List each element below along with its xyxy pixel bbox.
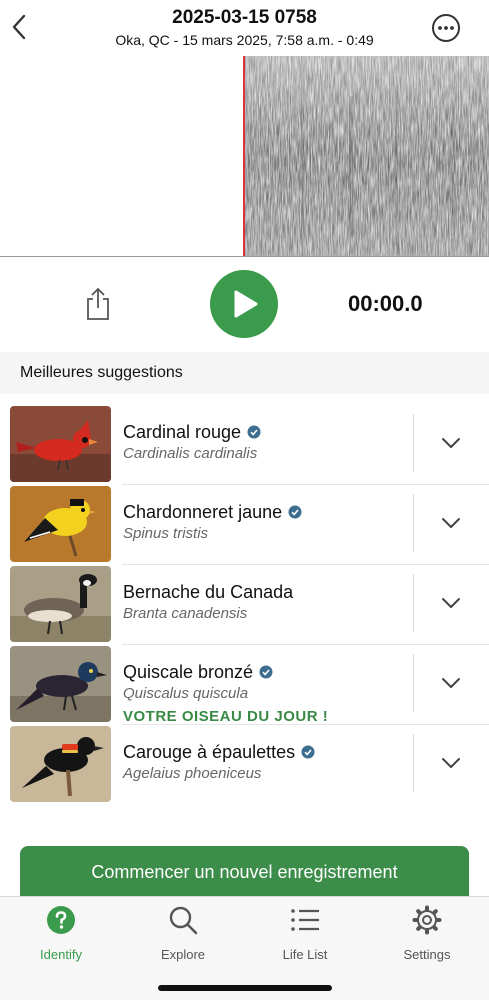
recording-title: 2025-03-15 0758: [172, 7, 317, 28]
common-name-text: Quiscale bronzé: [123, 662, 254, 682]
common-name: Chardonneret jaune: [123, 502, 302, 523]
verified-badge-icon: [288, 505, 302, 519]
verified-badge-icon: [301, 745, 315, 759]
common-name: Bernache du Canada: [123, 582, 293, 603]
divider: [413, 574, 414, 632]
species-names: Carouge à épaulettes Agelaius phoeniceus: [123, 724, 403, 804]
common-name-text: Chardonneret jaune: [123, 502, 283, 522]
bird-thumbnail: [10, 646, 111, 722]
tab-identify[interactable]: Identify: [6, 903, 116, 963]
common-name: Carouge à épaulettes: [123, 742, 315, 763]
share-button[interactable]: [83, 286, 113, 322]
suggestions-heading: Meilleures suggestions: [20, 364, 183, 381]
play-icon: [234, 290, 258, 318]
common-name-text: Carouge à épaulettes: [123, 742, 296, 762]
share-icon: [87, 287, 109, 320]
bird-thumbnail: [10, 566, 111, 642]
chevron-down-icon: [442, 438, 460, 448]
tab-label: Identify: [40, 947, 82, 962]
canada-goose-image: [10, 566, 111, 642]
divider: [413, 734, 414, 792]
spectrogram-image: [245, 56, 489, 256]
chevron-down-icon: [442, 678, 460, 688]
expand-button[interactable]: [438, 670, 464, 696]
tab-explore[interactable]: Explore: [128, 903, 238, 963]
cardinal-image: [10, 406, 111, 482]
scientific-name: Quiscalus quiscula: [123, 685, 249, 702]
species-names: Chardonneret jaune Spinus tristis: [123, 484, 403, 564]
common-grackle-image: [10, 646, 111, 722]
playback-controls: 00:00.0: [0, 258, 489, 352]
verified-badge-icon: [247, 425, 261, 439]
ellipsis-circle-icon: [432, 14, 460, 42]
chevron-down-icon: [442, 758, 460, 768]
recording-subtitle: Oka, QC - 15 mars 2025, 7:58 a.m. - 0:49: [115, 32, 374, 48]
new-recording-button[interactable]: Commencer un nouvel enregistrement: [20, 846, 469, 898]
spectrogram-empty-area: [0, 56, 245, 256]
verified-badge-icon: [259, 665, 273, 679]
scientific-name: Agelaius phoeniceus: [123, 765, 262, 782]
more-options-button[interactable]: [430, 12, 462, 44]
species-names: Bernache du Canada Branta canadensis: [123, 564, 403, 644]
common-name: Cardinal rouge: [123, 422, 261, 443]
bird-of-the-day-label: VOTRE OISEAU DU JOUR !: [123, 708, 329, 725]
divider: [413, 414, 414, 472]
tab-settings[interactable]: Settings: [372, 903, 482, 963]
playhead-line[interactable]: [243, 56, 245, 256]
common-name-text: Bernache du Canada: [123, 582, 294, 602]
expand-button[interactable]: [438, 590, 464, 616]
home-indicator[interactable]: [158, 985, 332, 991]
goldfinch-image: [10, 486, 111, 562]
divider: [413, 494, 414, 552]
tab-bar: Identify Explore Life List Settings: [0, 896, 489, 1000]
bird-thumbnail: [10, 406, 111, 482]
common-name: Quiscale bronzé: [123, 662, 273, 683]
list-item[interactable]: Quiscale bronzé Quiscalus quiscula VOTRE…: [0, 644, 489, 725]
suggestions-header: Meilleures suggestions: [0, 352, 489, 394]
bird-thumbnail: [10, 486, 111, 562]
expand-button[interactable]: [438, 510, 464, 536]
tab-life-list[interactable]: Life List: [250, 903, 360, 963]
chevron-down-icon: [442, 598, 460, 608]
divider: [413, 654, 414, 712]
list-item[interactable]: Bernache du Canada Branta canadensis: [0, 564, 489, 645]
tab-label: Settings: [403, 947, 451, 962]
list-item[interactable]: Cardinal rouge Cardinalis cardinalis: [0, 404, 489, 485]
bird-thumbnail: [10, 726, 111, 802]
playback-time: 00:00.0: [348, 291, 423, 316]
list-item[interactable]: Carouge à épaulettes Agelaius phoeniceus: [0, 724, 489, 804]
gear-icon: [412, 905, 442, 935]
scientific-name: Branta canadensis: [123, 605, 248, 622]
spectrogram[interactable]: [0, 56, 489, 257]
common-name-text: Cardinal rouge: [123, 422, 242, 442]
scientific-name: Spinus tristis: [123, 525, 209, 542]
expand-button[interactable]: [438, 750, 464, 776]
species-names: Cardinal rouge Cardinalis cardinalis: [123, 404, 403, 484]
scientific-name: Cardinalis cardinalis: [123, 445, 258, 462]
species-names: Quiscale bronzé Quiscalus quiscula VOTRE…: [123, 644, 403, 725]
list-item[interactable]: Chardonneret jaune Spinus tristis: [0, 484, 489, 565]
question-circle-icon: [47, 906, 75, 934]
top-nav-bar: 2025-03-15 0758 Oka, QC - 15 mars 2025, …: [0, 0, 489, 56]
chevron-down-icon: [442, 518, 460, 528]
list-icon: [291, 909, 319, 931]
expand-button[interactable]: [438, 430, 464, 456]
search-icon: [169, 906, 198, 935]
red-winged-blackbird-image: [10, 726, 111, 802]
tab-label: Explore: [160, 947, 206, 962]
play-button[interactable]: [210, 270, 278, 338]
tab-label: Life List: [282, 947, 328, 962]
